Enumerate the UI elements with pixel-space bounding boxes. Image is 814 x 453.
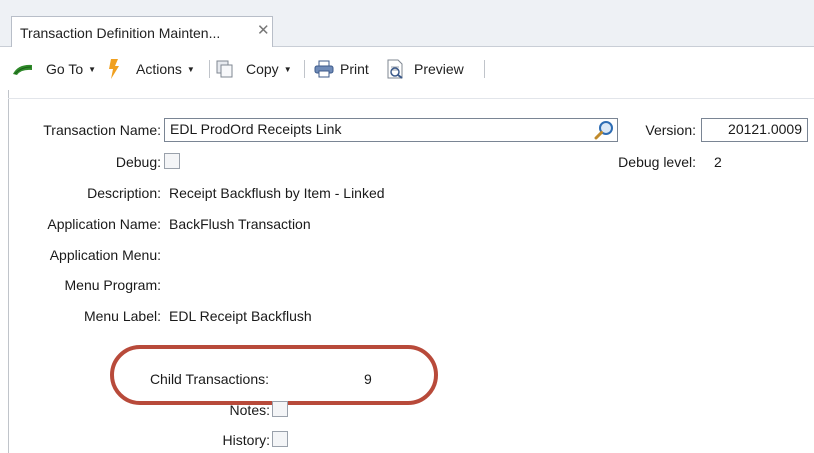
debug-label: Debug:	[115, 154, 161, 170]
notes-checkbox[interactable]	[272, 401, 288, 417]
chevron-down-icon: ▼	[186, 64, 195, 74]
child-transactions-label: Child Transactions:	[149, 371, 269, 387]
description-label: Description:	[87, 185, 161, 201]
application-name-value: BackFlush Transaction	[169, 216, 311, 232]
toolbar-divider	[484, 60, 485, 78]
application-name-label: Application Name:	[47, 216, 161, 232]
search-icon[interactable]	[594, 120, 614, 140]
print-button[interactable]: Print	[314, 59, 369, 79]
goto-label: Go To	[46, 61, 84, 77]
preview-label: Preview	[414, 61, 464, 77]
tab-label: Transaction Definition Mainten...	[20, 25, 221, 41]
tab-strip: Transaction Definition Mainten... ✕	[0, 0, 814, 47]
child-transactions-value: 9	[364, 371, 372, 387]
version-input[interactable]: 20121.0009	[701, 118, 808, 142]
transaction-name-value: EDL ProdOrd Receipts Link	[170, 121, 342, 137]
transaction-name-label: Transaction Name:	[43, 122, 161, 138]
application-menu-label: Application Menu:	[49, 247, 161, 263]
copy-button[interactable]: Copy ▼	[216, 59, 292, 79]
preview-button[interactable]: Preview	[386, 59, 464, 79]
debug-level-label: Debug level:	[618, 154, 696, 170]
chevron-down-icon: ▼	[88, 64, 97, 74]
version-value: 20121.0009	[728, 121, 802, 137]
actions-label: Actions	[136, 61, 182, 77]
actions-button[interactable]: Actions ▼	[108, 59, 195, 79]
history-checkbox[interactable]	[272, 431, 288, 447]
form-left-border	[8, 90, 9, 453]
goto-button[interactable]: Go To ▼	[12, 59, 96, 79]
debug-checkbox[interactable]	[164, 153, 180, 169]
toolbar-divider	[209, 60, 210, 78]
preview-icon	[387, 59, 403, 79]
menu-label-value: EDL Receipt Backflush	[169, 308, 312, 324]
tab-transaction-definition[interactable]: Transaction Definition Mainten... ✕	[11, 16, 273, 47]
history-label: History:	[222, 432, 270, 448]
copy-label: Copy	[246, 61, 279, 77]
copy-icon	[216, 60, 233, 78]
print-label: Print	[340, 61, 369, 77]
goto-arrow-icon	[13, 64, 32, 75]
printer-icon	[314, 60, 334, 78]
transaction-name-input[interactable]: EDL ProdOrd Receipts Link	[164, 118, 618, 142]
chevron-down-icon: ▼	[283, 64, 292, 74]
version-label: Version:	[645, 122, 696, 138]
menu-program-label: Menu Program:	[64, 277, 161, 293]
close-icon[interactable]: ✕	[257, 23, 270, 39]
debug-level-value: 2	[714, 154, 722, 170]
description-value: Receipt Backflush by Item - Linked	[169, 185, 385, 201]
notes-label: Notes:	[229, 402, 270, 418]
toolbar-divider	[304, 60, 305, 78]
toolbar: Go To ▼ Actions ▼ Copy ▼ Print Preview	[0, 48, 814, 90]
form-top-divider	[8, 98, 814, 99]
menu-label-label: Menu Label:	[83, 308, 161, 324]
lightning-icon	[109, 59, 119, 79]
